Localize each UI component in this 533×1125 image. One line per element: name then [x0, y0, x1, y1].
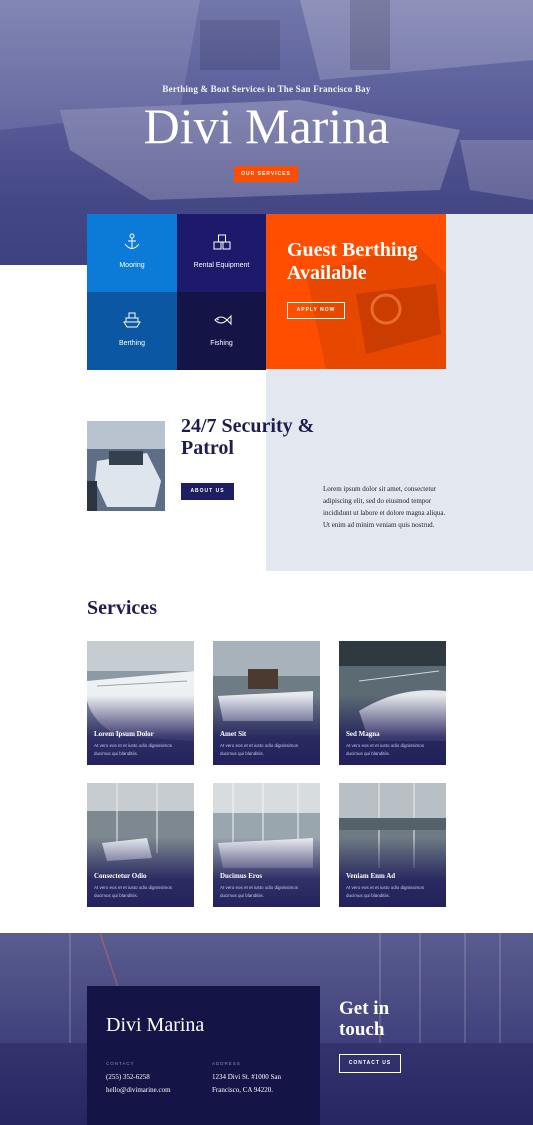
service-card[interactable]: Amet Sit At vero eos et et iusto odio di…	[213, 641, 320, 765]
security-title: 24/7 Security & Patrol	[181, 415, 315, 459]
service-card[interactable]: Consectetur Odio At vero eos et et iusto…	[87, 783, 194, 907]
about-us-button[interactable]: ABOUT US	[181, 483, 234, 500]
address-label: ADDRESS	[212, 1061, 241, 1066]
service-card[interactable]: Sed Magna At vero eos et et iusto odio d…	[339, 641, 446, 765]
service-desc: At vero eos et et iusto odio dignissimos…	[94, 885, 173, 898]
tile-label: Rental Equipment	[193, 262, 250, 269]
fish-icon	[213, 314, 231, 326]
anchor-icon	[124, 233, 140, 249]
guest-berthing-title: Guest Berthing Available	[287, 239, 418, 284]
ship-icon	[123, 312, 141, 328]
service-title: Ducimus Eros	[220, 872, 263, 880]
footer-email[interactable]: hello@divimarine.com	[106, 1084, 171, 1097]
footer-address-line2: Francisco, CA 94220.	[212, 1086, 274, 1094]
tile-mooring[interactable]: Mooring	[87, 214, 177, 292]
service-title: Sed Magna	[346, 730, 380, 738]
service-desc: At vero eos et et iusto odio dignissimos…	[94, 743, 173, 756]
service-desc: At vero eos et et iusto odio dignissimos…	[346, 885, 425, 898]
service-card[interactable]: Veniam Enm Ad At vero eos et et iusto od…	[339, 783, 446, 907]
service-card[interactable]: Ducimus Eros At vero eos et et iusto odi…	[213, 783, 320, 907]
service-title: Lorem Ipsum Dolor	[94, 730, 154, 738]
service-card[interactable]: Lorem Ipsum Dolor At vero eos et et iust…	[87, 641, 194, 765]
contact-label: CONTACT	[106, 1061, 135, 1066]
footer-address-line1: 1234 Divi St. #1000 San	[212, 1073, 282, 1081]
tile-label: Mooring	[119, 262, 145, 269]
berthing-card-photo	[306, 244, 446, 369]
service-title: Veniam Enm Ad	[346, 872, 396, 880]
service-title: Amet Sit	[220, 730, 247, 738]
footer-phone[interactable]: (255) 352-6258	[106, 1071, 150, 1084]
our-services-button[interactable]: OUR SERVICES	[234, 166, 298, 182]
hero-title: Divi Marina	[143, 98, 390, 154]
tile-label: Berthing	[118, 340, 146, 347]
service-title: Consectetur Odio	[94, 872, 147, 880]
security-text: Lorem ipsum dolor sit amet, consectetur …	[323, 485, 446, 529]
service-desc: At vero eos et et iusto odio dignissimos…	[220, 743, 299, 756]
service-desc: At vero eos et et iusto odio dignissimos…	[220, 885, 299, 898]
get-in-touch-heading: Get in touch	[339, 998, 390, 1040]
footer-contact-panel: Divi Marina CONTACT (255) 352-6258 hello…	[87, 986, 320, 1125]
hero-subtitle: Berthing & Boat Services in The San Fran…	[162, 84, 371, 94]
apply-now-button[interactable]: APPLY NOW	[287, 302, 345, 319]
services-heading: Services	[87, 597, 157, 619]
security-boat-photo	[87, 421, 165, 511]
service-desc: At vero eos et et iusto odio dignissimos…	[346, 743, 425, 756]
guest-berthing-card: Guest Berthing Available APPLY NOW	[266, 214, 446, 369]
tile-berthing[interactable]: Berthing	[87, 292, 177, 370]
tile-fishing[interactable]: Fishing	[177, 292, 266, 370]
contact-us-button[interactable]: CONTACT US	[339, 1054, 401, 1073]
tile-rental-equipment[interactable]: Rental Equipment	[177, 214, 266, 292]
footer-brand: Divi Marina	[106, 1014, 205, 1036]
tile-label: Fishing	[210, 340, 233, 347]
boxes-icon	[213, 234, 230, 250]
